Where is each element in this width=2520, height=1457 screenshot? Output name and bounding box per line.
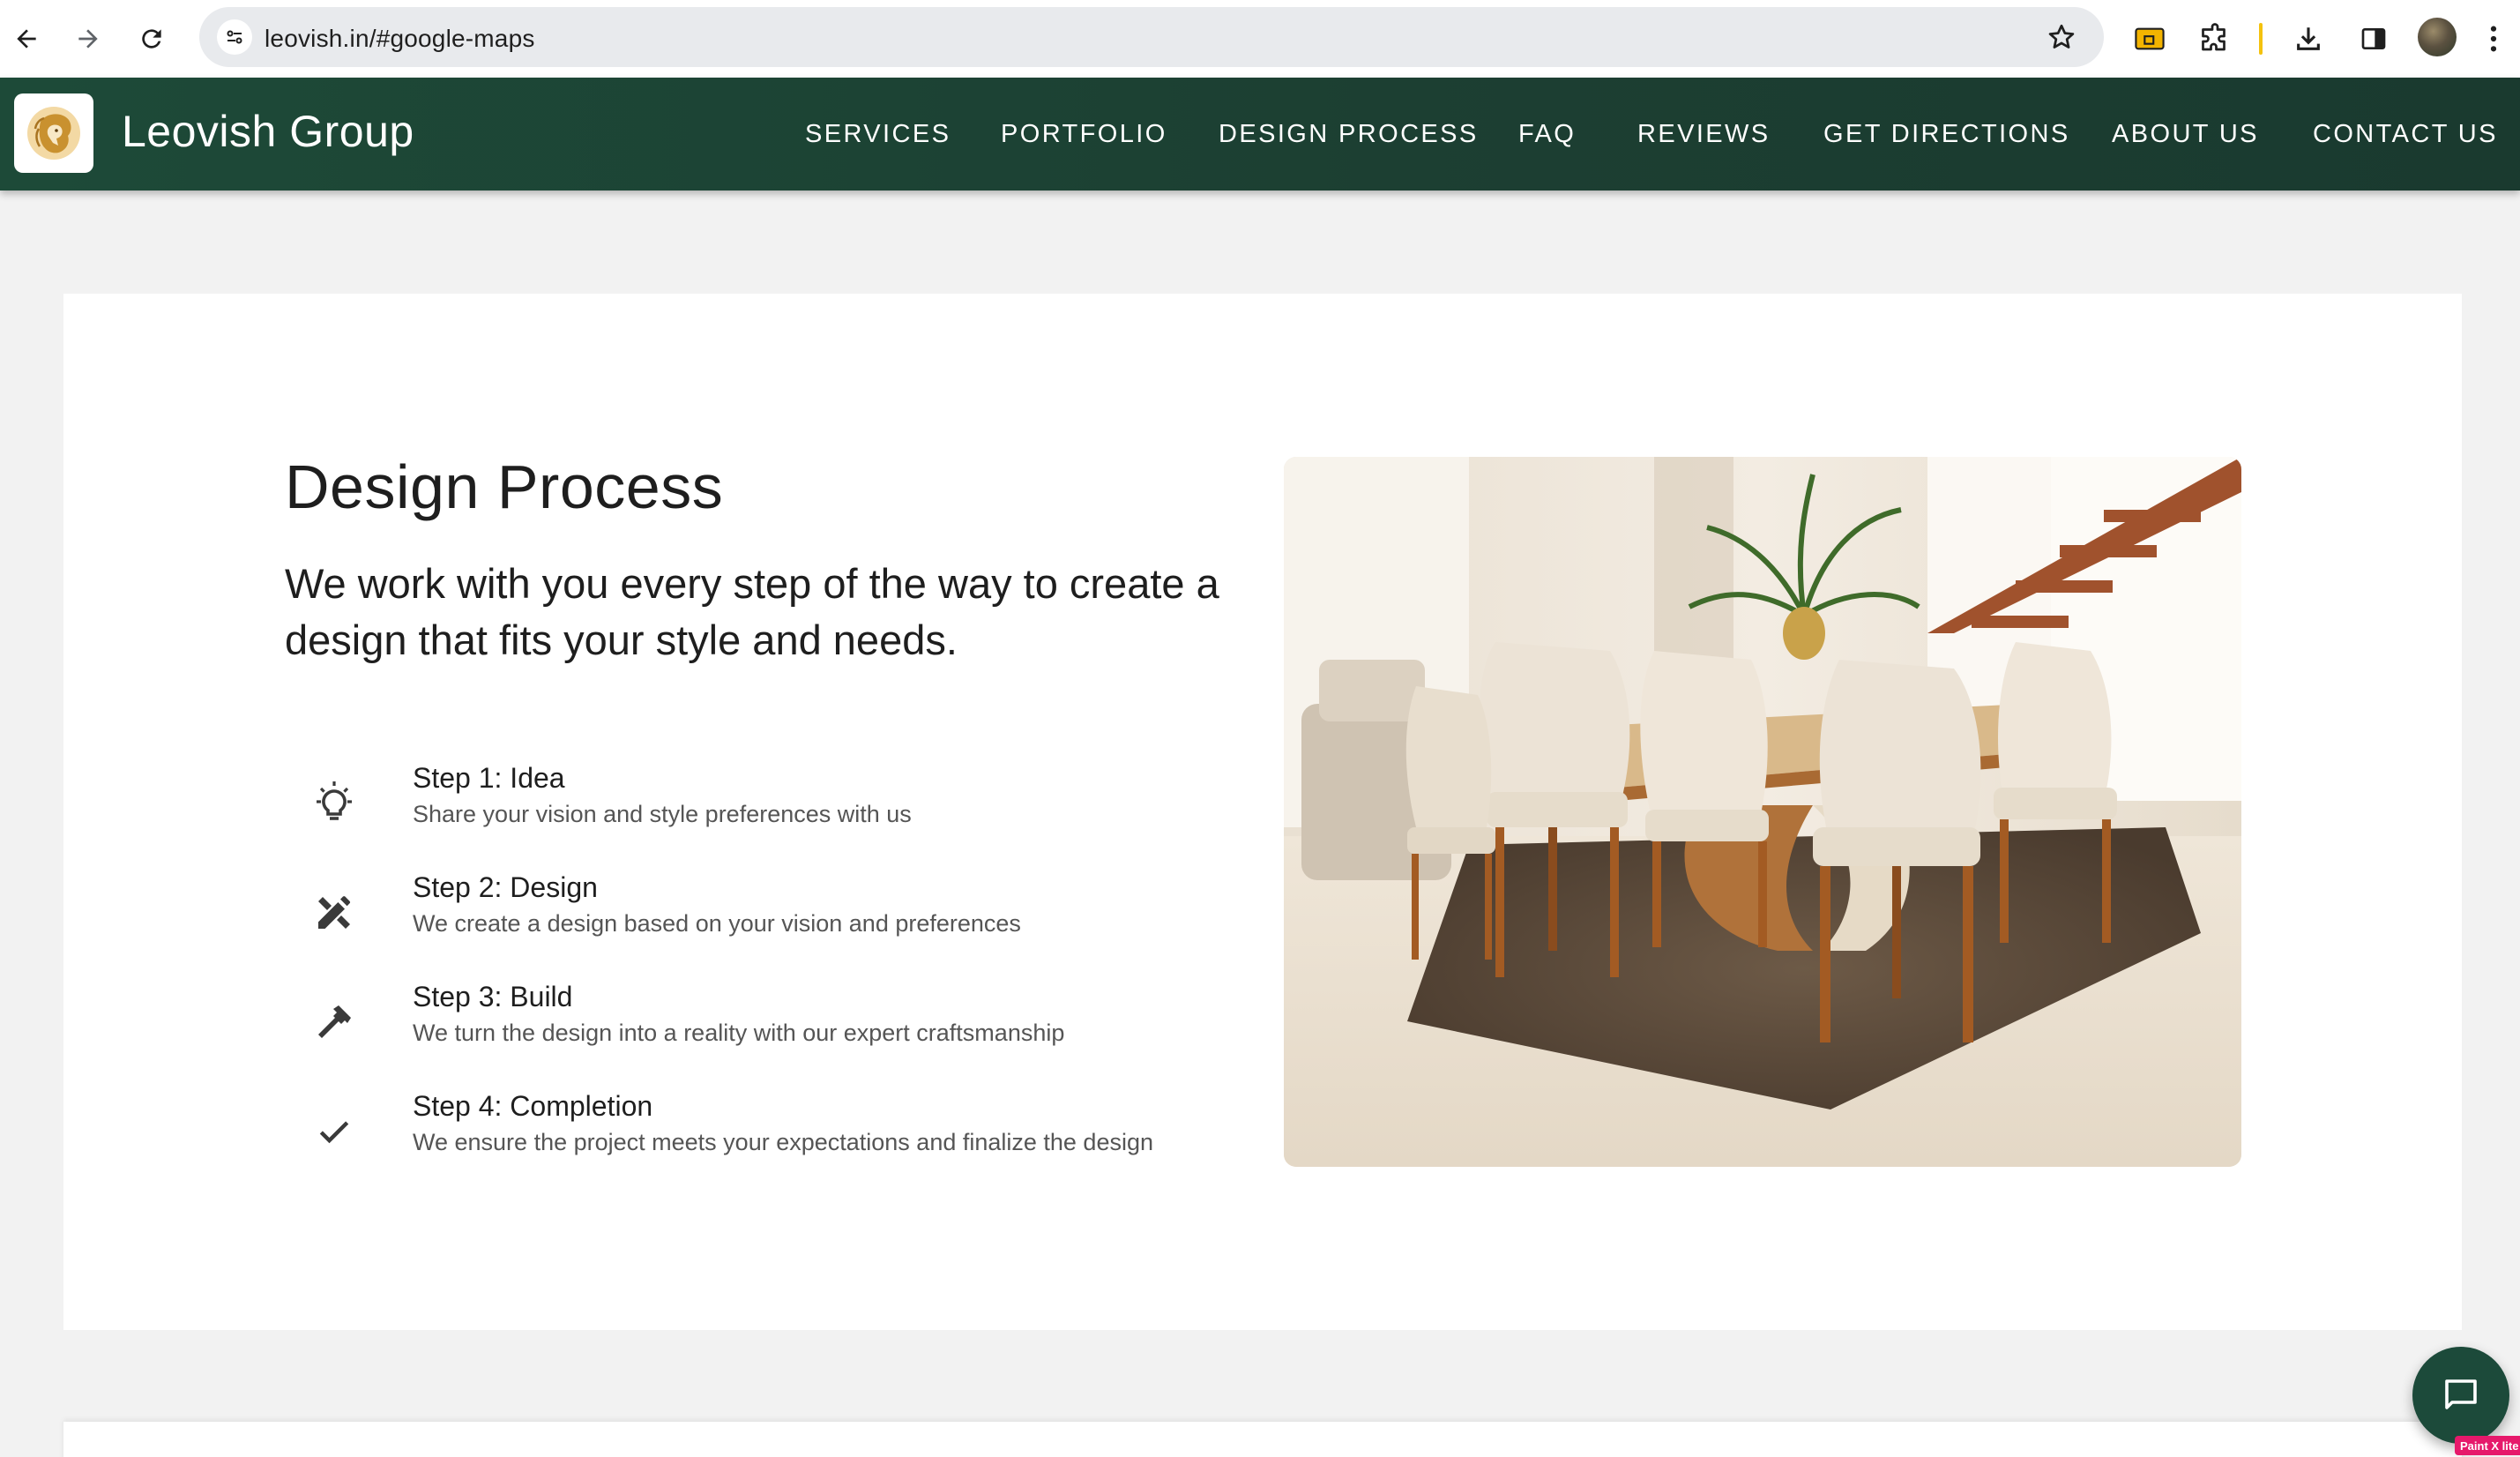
lion-logo-icon[interactable] xyxy=(14,93,93,173)
step-description: We create a design based on your vision … xyxy=(413,910,1021,937)
cast-extension-icon[interactable] xyxy=(2127,16,2173,62)
hammer-icon xyxy=(300,988,369,1057)
step-title: Step 2: Design xyxy=(413,871,598,903)
nav-services[interactable]: SERVICES xyxy=(805,120,951,149)
nav-portfolio[interactable]: PORTFOLIO xyxy=(1001,120,1167,149)
puzzle-extensions-icon[interactable] xyxy=(2192,16,2238,62)
url-text[interactable]: leovish.in/#google-maps xyxy=(265,25,535,53)
section-title: Design Process xyxy=(285,452,724,521)
address-bar[interactable]: leovish.in/#google-maps xyxy=(199,7,2104,67)
checkmark-icon xyxy=(300,1097,369,1166)
step-item: Step 4: Completion We ensure the project… xyxy=(300,1090,1270,1178)
reload-icon[interactable] xyxy=(129,16,175,62)
step-description: Share your vision and style preferences … xyxy=(413,801,912,827)
nav-design-process[interactable]: DESIGN PROCESS xyxy=(1219,120,1479,149)
dining-room-photo xyxy=(1284,457,2241,1167)
back-arrow-icon[interactable] xyxy=(4,16,49,62)
lightbulb-icon xyxy=(300,769,369,838)
step-description: We ensure the project meets your expecta… xyxy=(413,1129,1153,1155)
forward-arrow-icon[interactable] xyxy=(65,16,111,62)
download-icon[interactable] xyxy=(2285,16,2331,62)
design-tools-icon xyxy=(300,878,369,947)
nav-faq[interactable]: FAQ xyxy=(1518,120,1576,149)
section-subtitle: We work with you every step of the way t… xyxy=(285,560,1219,663)
nav-get-directions[interactable]: GET DIRECTIONS xyxy=(1823,120,2070,149)
bookmark-star-icon[interactable] xyxy=(2046,21,2077,57)
site-header: Leovish Group SERVICES PORTFOLIO DESIGN … xyxy=(0,78,2520,191)
paint-x-badge: Paint X lite xyxy=(2455,1436,2520,1455)
step-description: We turn the design into a reality with o… xyxy=(413,1020,1065,1046)
chat-icon xyxy=(2445,1379,2477,1409)
step-item: Step 2: Design We create a design based … xyxy=(300,871,1270,960)
site-settings-icon[interactable] xyxy=(217,19,252,55)
next-section-card xyxy=(63,1422,2462,1457)
step-item: Step 1: Idea Share your vision and style… xyxy=(300,762,1270,850)
nav-contact-us[interactable]: CONTACT US xyxy=(2313,120,2498,149)
nav-reviews[interactable]: REVIEWS xyxy=(1637,120,1771,149)
brand-name[interactable]: Leovish Group xyxy=(122,106,414,157)
nav-about-us[interactable]: ABOUT US xyxy=(2112,120,2259,149)
step-item: Step 3: Build We turn the design into a … xyxy=(300,981,1270,1069)
kebab-menu-icon[interactable] xyxy=(2476,16,2511,62)
chat-button[interactable] xyxy=(2412,1347,2509,1444)
step-title: Step 1: Idea xyxy=(413,762,565,794)
separator xyxy=(2259,23,2263,55)
profile-avatar[interactable] xyxy=(2418,18,2457,56)
side-panel-icon[interactable] xyxy=(2351,16,2397,62)
step-title: Step 3: Build xyxy=(413,981,573,1012)
browser-toolbar: leovish.in/#google-maps xyxy=(0,0,2520,78)
step-title: Step 4: Completion xyxy=(413,1090,653,1122)
